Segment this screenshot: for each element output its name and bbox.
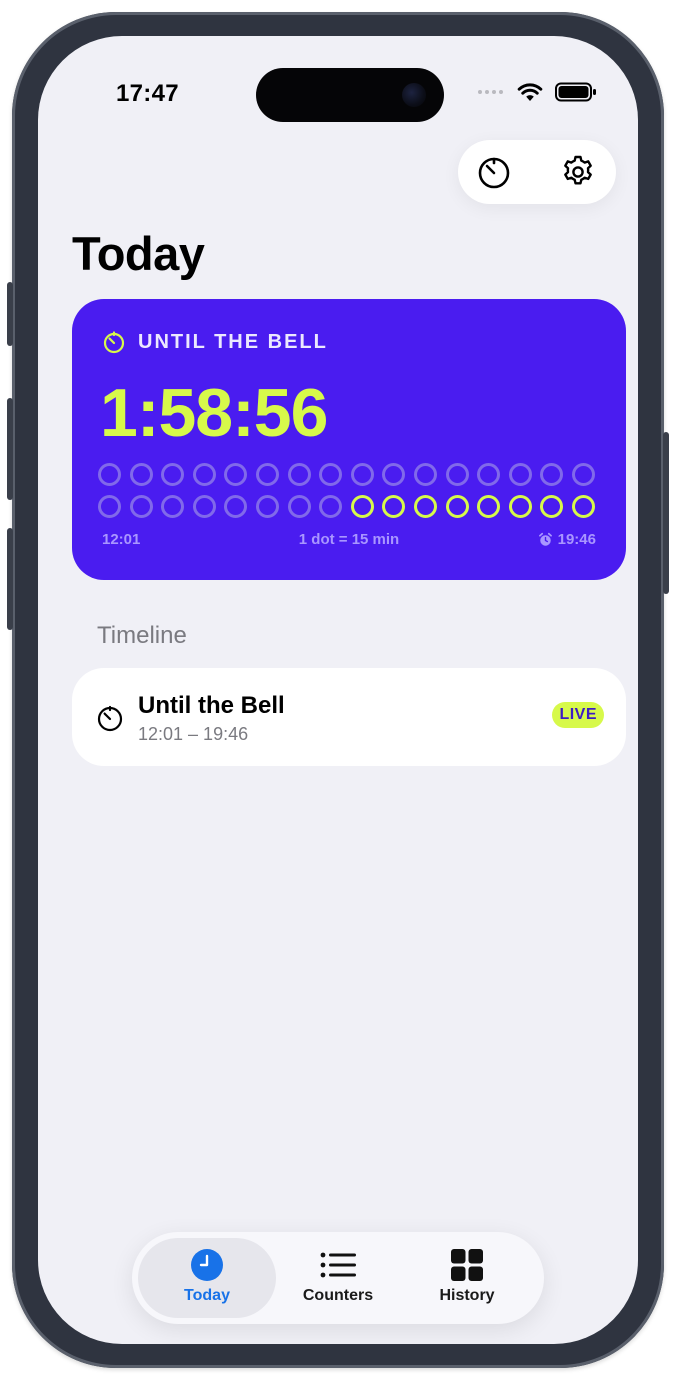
progress-dot-remaining [350, 495, 374, 518]
progress-dot-remaining [414, 495, 437, 518]
progress-dot-remaining [477, 495, 501, 518]
progress-dot-elapsed [540, 463, 564, 486]
progress-dot-elapsed [98, 463, 121, 486]
timeline-section-label: Timeline [97, 622, 187, 649]
grid-icon [451, 1249, 483, 1281]
volume-up-button [7, 398, 13, 500]
tab-today[interactable]: Today [138, 1238, 276, 1318]
progress-dot-elapsed [350, 463, 374, 486]
progress-dot-elapsed [287, 463, 311, 486]
progress-dot-elapsed [319, 495, 343, 518]
status-indicators [478, 82, 597, 102]
tab-label: Counters [302, 1287, 374, 1304]
progress-dot-elapsed [256, 463, 279, 486]
progress-dot-elapsed [256, 495, 279, 518]
progress-dot-elapsed [192, 495, 216, 518]
countdown-value: 1:58:56 [100, 375, 328, 451]
gear-icon [564, 155, 592, 185]
progress-dot-elapsed [161, 463, 185, 486]
progress-dot-remaining [572, 495, 595, 518]
settings-button[interactable] [560, 154, 596, 190]
stopwatch-icon [103, 331, 125, 354]
progress-dot-elapsed [508, 463, 532, 486]
list-icon [320, 1252, 356, 1278]
progress-dot-elapsed [445, 463, 469, 486]
progress-dots [98, 463, 608, 525]
countdown-card[interactable]: UNTIL THE BELL 1:58:56 12:01 1 dot = 15 … [72, 299, 626, 580]
tab-history[interactable]: History [398, 1238, 536, 1318]
progress-dot-elapsed [98, 495, 121, 518]
countdown-header: UNTIL THE BELL [102, 330, 328, 354]
front-camera [402, 83, 426, 107]
progress-dot-elapsed [224, 463, 248, 486]
dot-legend: 1 dot = 15 min [298, 531, 400, 548]
progress-dot-elapsed [572, 463, 595, 486]
timeline-item[interactable]: Until the Bell 12:01 – 19:46 LIVE [72, 668, 626, 766]
battery-icon [555, 82, 596, 102]
alarm-clock-icon [538, 532, 552, 546]
page-title: Today [72, 227, 205, 280]
tab-counters[interactable]: Counters [269, 1238, 407, 1318]
progress-dot-elapsed [224, 495, 248, 518]
progress-dot-elapsed [129, 463, 153, 486]
stopwatch-icon [97, 705, 123, 732]
end-time: 19:46 [557, 531, 596, 548]
countdown-label: UNTIL THE BELL [138, 330, 328, 353]
cellular-signal-icon [478, 90, 503, 94]
wifi-icon [517, 83, 543, 101]
progress-dot-elapsed [319, 463, 343, 486]
status-time: 17:47 [116, 80, 179, 107]
timer-button[interactable] [476, 154, 512, 190]
progress-dot-remaining [382, 495, 406, 518]
tab-label: History [439, 1287, 495, 1304]
live-badge: LIVE [552, 702, 604, 728]
phone-frame: 17:47 Today UNTIL THE BELL 1:58:56 12:01… [7, 12, 669, 1368]
progress-dot-remaining [508, 495, 532, 518]
action-button [7, 282, 13, 346]
progress-dot-remaining [445, 495, 469, 518]
timeline-item-title: Until the Bell [138, 692, 285, 719]
tab-label: Today [184, 1287, 230, 1304]
clock-icon [191, 1249, 223, 1281]
progress-dot-elapsed [477, 463, 501, 486]
progress-dot-elapsed [129, 495, 153, 518]
progress-dot-elapsed [287, 495, 311, 518]
tab-bar: Today Counters History [132, 1232, 544, 1324]
volume-down-button [7, 528, 13, 630]
top-action-group [458, 140, 616, 204]
progress-dot-remaining [540, 495, 564, 518]
progress-dot-elapsed [414, 463, 437, 486]
dynamic-island [256, 68, 444, 122]
screen: 17:47 Today UNTIL THE BELL 1:58:56 12:01… [38, 36, 638, 1344]
progress-dot-elapsed [382, 463, 406, 486]
progress-dot-elapsed [161, 495, 185, 518]
timeline-item-time-range: 12:01 – 19:46 [138, 724, 249, 744]
end-time-group: 19:46 [538, 531, 596, 548]
progress-dot-elapsed [192, 463, 216, 486]
side-button [663, 432, 669, 594]
stopwatch-icon [478, 157, 510, 189]
